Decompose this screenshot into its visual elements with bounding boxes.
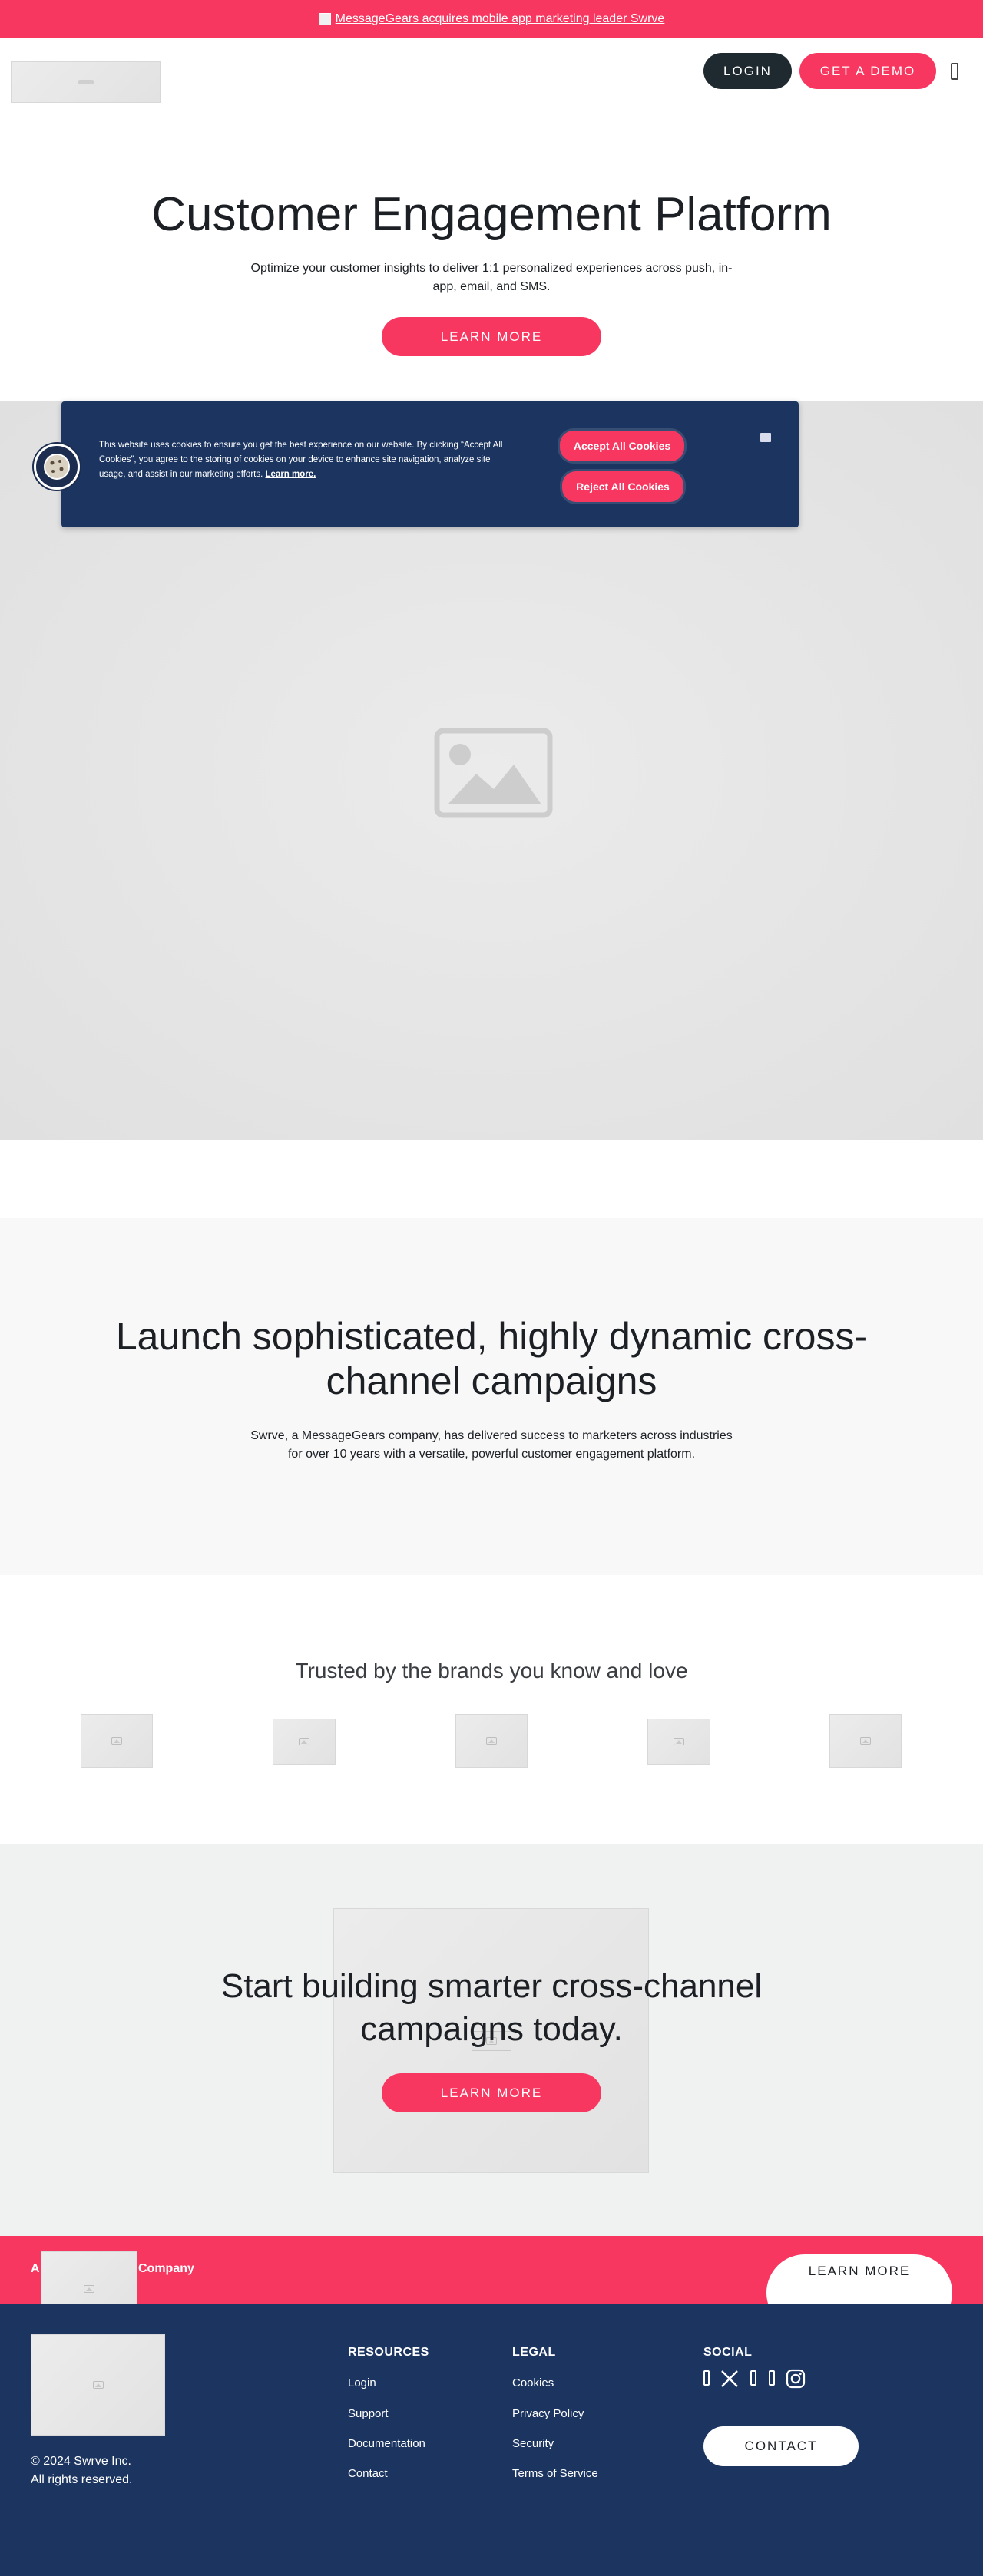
brand-logo [647,1719,710,1765]
youtube-icon[interactable] [769,2370,775,2386]
hero-subtitle: Optimize your customer insights to deliv… [250,262,733,293]
cookie-learn-more-link[interactable]: Learn more. [266,470,316,479]
logo-placeholder-icon [78,80,94,84]
footer-rights: All rights reserved. [31,2473,133,2486]
trusted-brands-title: Trusted by the brands you know and love [295,1659,688,1683]
footer-link-login[interactable]: Login [348,2376,376,2389]
launch-subtitle: Swrve, a MessageGears company, has deliv… [250,1429,733,1461]
linkedin-icon[interactable] [750,2370,756,2386]
band-prefix: A [31,2262,40,2275]
image-placeholder-icon [299,1738,309,1745]
footer-link-security[interactable]: Security [512,2437,554,2450]
image-placeholder-icon [92,2381,104,2389]
hamburger-icon[interactable] [951,63,958,80]
footer-link-privacy-policy[interactable]: Privacy Policy [512,2407,584,2420]
image-placeholder-icon [860,1737,871,1745]
hero-title: Customer Engagement Platform [151,188,832,241]
image-placeholder-icon [434,728,553,818]
footer-social-heading: SOCIAL [703,2346,753,2359]
contact-button[interactable]: CONTACT [703,2426,859,2466]
brand-logo [273,1719,336,1765]
footer-resources-heading: RESOURCES [348,2346,429,2359]
image-placeholder-icon [486,1737,497,1745]
launch-title: Launch sophisticated, highly dynamic cro… [115,1315,868,1402]
band-suffix: Company [138,2262,194,2275]
brand-logo [829,1714,902,1768]
footer-copyright: © 2024 Swrve Inc. [31,2455,131,2468]
footer-link-contact[interactable]: Contact [348,2467,388,2480]
cookie-banner-text: This website uses cookies to ensure you … [99,438,514,482]
footer-link-cookies[interactable]: Cookies [512,2376,554,2389]
announcement-icon [318,13,331,25]
hero-learn-more-button[interactable]: LEARN MORE [382,317,601,356]
footer-link-terms-of-service[interactable]: Terms of Service [512,2467,598,2480]
brand-logo [455,1714,528,1768]
cta-learn-more-button[interactable]: LEARN MORE [382,2073,601,2112]
reject-all-cookies-button[interactable]: Reject All Cookies [562,471,683,502]
close-icon[interactable] [760,433,771,442]
x-icon[interactable] [720,2370,739,2387]
get-a-demo-button[interactable]: GET A DEMO [799,53,936,89]
image-placeholder-icon [674,1738,684,1745]
footer-link-support[interactable]: Support [348,2407,389,2420]
announcement-link[interactable]: MessageGears acquires mobile app marketi… [336,12,665,26]
accept-all-cookies-button[interactable]: Accept All Cookies [560,431,684,461]
login-button[interactable]: LOGIN [703,53,792,89]
footer-link-documentation[interactable]: Documentation [348,2437,425,2450]
site-logo[interactable] [11,61,161,103]
image-placeholder-icon [111,1737,122,1745]
brand-logo [81,1714,153,1768]
facebook-icon[interactable] [703,2370,710,2386]
cookie-icon [44,454,70,480]
image-placeholder-icon [84,2285,94,2293]
cookie-settings-button[interactable] [34,444,80,490]
cta-title: Start building smarter cross-channel cam… [220,1967,763,2048]
announcement-bar: MessageGears acquires mobile app marketi… [0,0,983,38]
footer-logo[interactable] [31,2334,165,2436]
instagram-icon[interactable] [786,2369,806,2389]
footer-legal-heading: LEGAL [512,2346,556,2359]
